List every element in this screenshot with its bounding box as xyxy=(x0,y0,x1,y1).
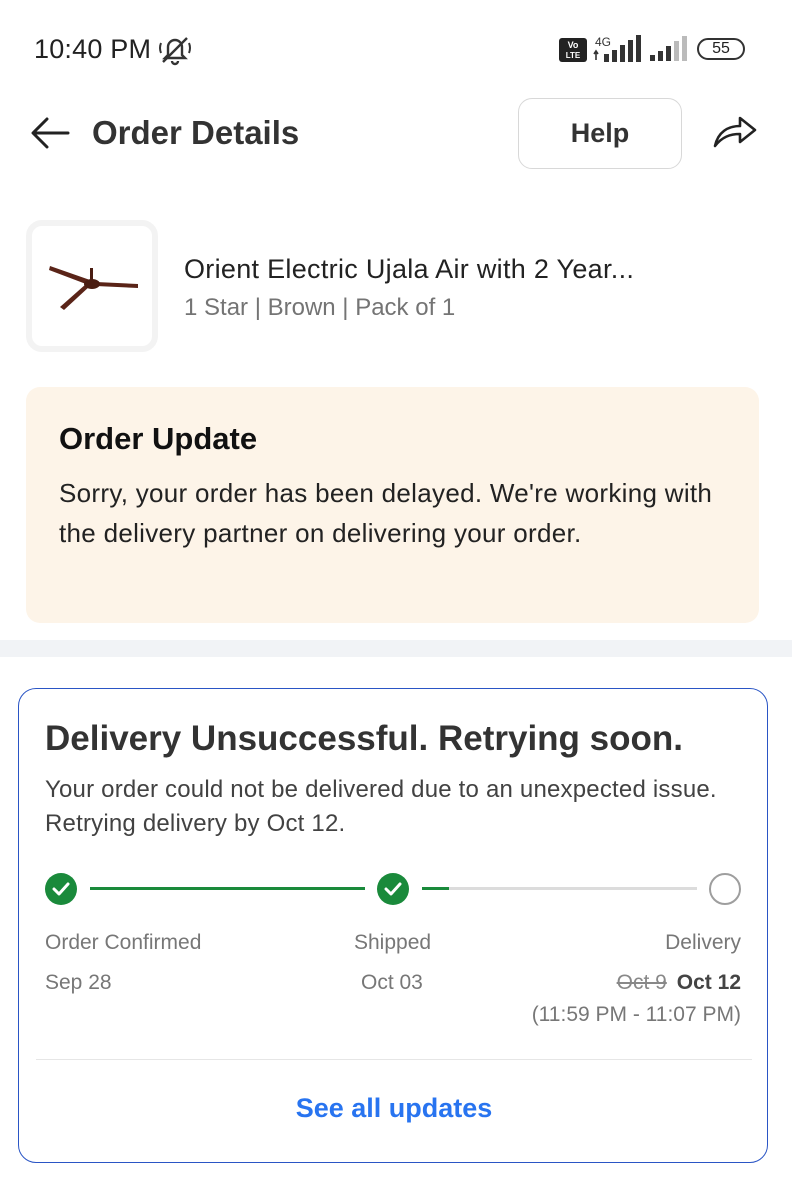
step-label-shipped: Shipped xyxy=(354,931,432,954)
app-header: Order Details Help xyxy=(0,96,792,186)
step-shipped-check-icon xyxy=(377,873,409,905)
step-label-delivery: Delivery xyxy=(665,931,741,954)
section-divider xyxy=(0,640,792,657)
status-bar: 10:40 PM Vo LTE 4G 55 xyxy=(0,0,792,96)
delivery-status-message: Your order could not be delivered due to… xyxy=(45,776,717,837)
back-arrow-icon[interactable] xyxy=(30,116,70,150)
step-label-order-confirmed: Order Confirmed xyxy=(45,931,202,954)
progress-line-shipped-delivery-done xyxy=(422,887,449,890)
signal-strength-icon xyxy=(593,35,641,62)
volte-icon: Vo LTE xyxy=(559,38,587,62)
progress-line-confirmed-shipped xyxy=(90,887,365,890)
silent-mode-icon xyxy=(159,37,191,66)
status-time: 10:40 PM xyxy=(34,34,152,64)
revised-delivery-date: Oct 12 xyxy=(676,971,741,994)
see-all-updates-link[interactable]: See all updates xyxy=(19,1093,769,1124)
ceiling-fan-image xyxy=(49,266,138,310)
step-date-shipped: Oct 03 xyxy=(361,971,423,994)
delivery-status-title: Delivery Unsuccessful. Retrying soon. xyxy=(45,719,683,758)
product-thumbnail[interactable] xyxy=(26,220,158,352)
progress-line-shipped-delivery-pending xyxy=(449,887,697,890)
signal-strength-sim2-icon xyxy=(650,36,687,61)
card-divider xyxy=(36,1059,752,1060)
svg-text:Vo: Vo xyxy=(568,40,579,50)
battery-icon: 55 xyxy=(697,38,745,60)
order-details-screen: 10:40 PM Vo LTE 4G 55 Order Details Help… xyxy=(0,0,792,1200)
step-date-order-confirmed: Sep 28 xyxy=(45,971,112,994)
step-order-confirmed-check-icon xyxy=(45,873,77,905)
product-name[interactable]: Orient Electric Ujala Air with 2 Year... xyxy=(184,254,634,285)
svg-text:LTE: LTE xyxy=(566,51,581,60)
delivery-status-card: Delivery Unsuccessful. Retrying soon. Yo… xyxy=(18,688,768,1163)
share-icon[interactable] xyxy=(712,112,758,150)
product-variant: 1 Star | Brown | Pack of 1 xyxy=(184,294,456,321)
order-update-message: Sorry, your order has been delayed. We'r… xyxy=(59,478,713,548)
original-delivery-date: Oct 9 xyxy=(616,971,667,994)
order-update-card: Order Update Sorry, your order has been … xyxy=(26,387,759,623)
step-delivery-pending-circle-icon xyxy=(709,873,741,905)
step-date-delivery: Oct 9 Oct 12 xyxy=(617,971,741,995)
help-button[interactable]: Help xyxy=(518,98,682,169)
delivery-time-window: (11:59 PM - 11:07 PM) xyxy=(531,1003,741,1026)
order-update-title: Order Update xyxy=(59,421,258,456)
page-title: Order Details xyxy=(92,114,300,151)
